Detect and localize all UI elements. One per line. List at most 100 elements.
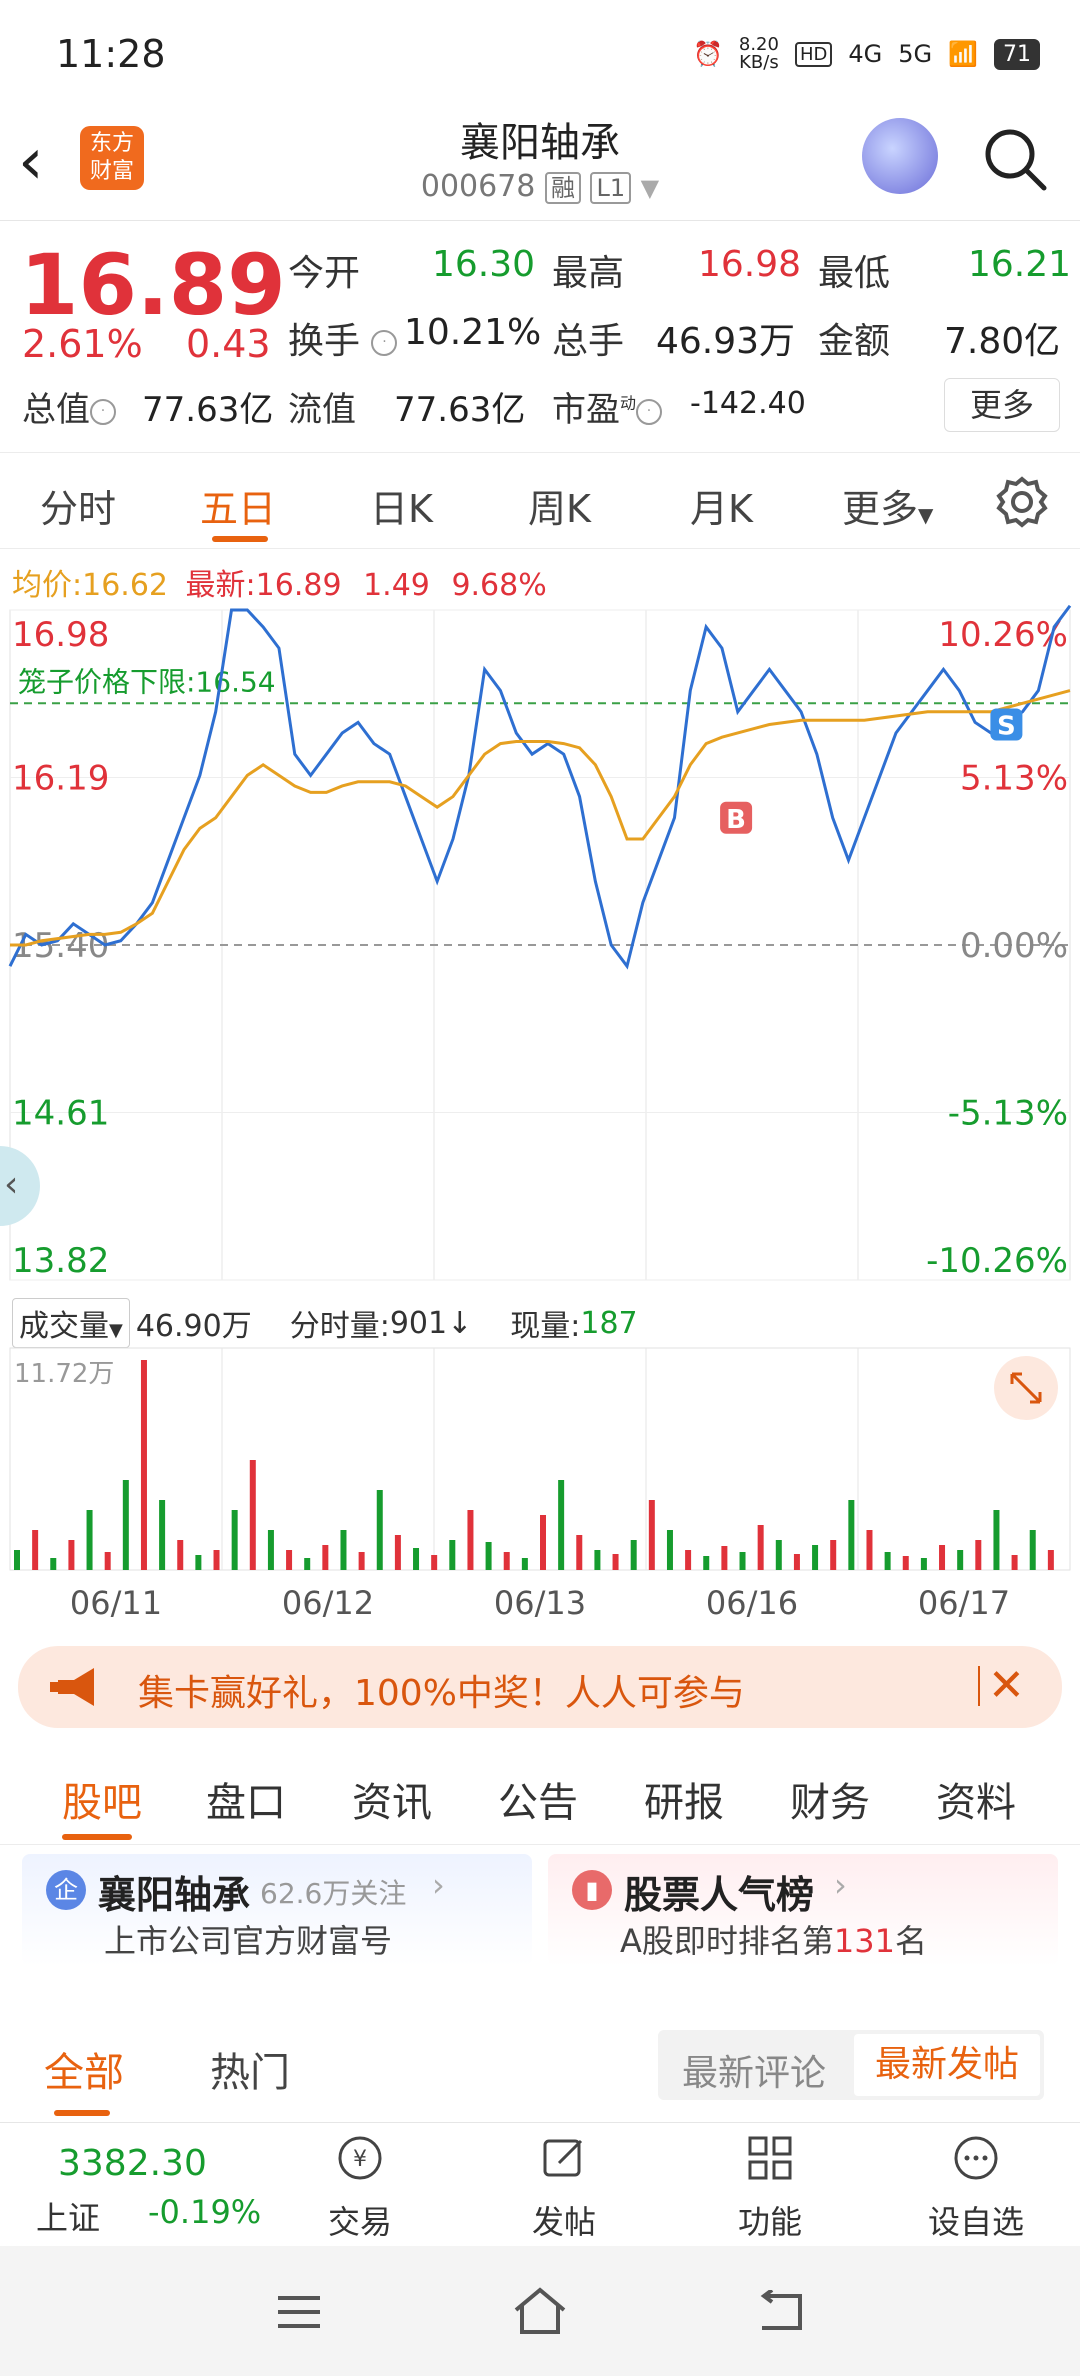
- tab-intraday[interactable]: 分时: [40, 478, 116, 533]
- mcap-label[interactable]: 总值 ·: [22, 382, 116, 431]
- volume-chart[interactable]: 11.72万 06/11 06/12 06/13 06/16 06/17: [0, 1340, 1080, 1630]
- float-value: 77.63亿: [394, 390, 526, 430]
- turnover-label[interactable]: 换手 ·: [288, 312, 398, 364]
- volume-bar: [902, 1556, 909, 1570]
- volume-bar: [920, 1558, 927, 1570]
- pe-label[interactable]: 市盈动 ·: [552, 382, 663, 431]
- tab-daily-k[interactable]: 日K: [370, 478, 433, 533]
- volume-bar: [431, 1555, 438, 1570]
- volume-bar: [558, 1480, 565, 1570]
- volume-bar: [576, 1535, 583, 1570]
- level-tag: L1: [590, 172, 632, 204]
- volume-bar: [413, 1548, 420, 1570]
- back-button[interactable]: ‹: [18, 122, 78, 202]
- volume-bar: [521, 1558, 528, 1570]
- close-icon[interactable]: ✕: [988, 1660, 1025, 1711]
- add-watchlist-button[interactable]: 设自选: [916, 2133, 1036, 2243]
- company-account-card[interactable]: 企 襄阳轴承 62.6万关注 › 上市公司官方财富号: [22, 1854, 532, 1966]
- volume-bar: [812, 1545, 819, 1570]
- volume-bar: [249, 1460, 256, 1570]
- series-line: [8, 604, 1072, 970]
- volume-bar: [721, 1546, 728, 1570]
- volume-bar: [177, 1540, 184, 1570]
- sort-latest-comment[interactable]: 最新评论: [682, 2044, 826, 2096]
- back-nav-icon[interactable]: [756, 2290, 806, 2332]
- hd-icon: HD: [794, 41, 833, 67]
- index-value[interactable]: 3382.30: [58, 2143, 207, 2184]
- tab-more[interactable]: 更多▼: [842, 478, 933, 533]
- x-tick-label: 06/17: [918, 1584, 1010, 1622]
- rank-title: 股票人气榜: [624, 1873, 815, 1917]
- tab-announcements[interactable]: 公告: [498, 1770, 578, 1828]
- status-bar: 11:28 ⏰ 8.20 KB/s HD 4G 5G 📶 71: [0, 0, 1080, 110]
- tab-five-day[interactable]: 五日: [200, 478, 276, 533]
- volume-bar: [830, 1540, 837, 1570]
- post-button[interactable]: 发帖: [504, 2133, 624, 2243]
- quote-panel: 16.89 2.61% 0.43 今开 16.30 最高 16.98 最低 16…: [0, 222, 1080, 453]
- volume-bar: [939, 1545, 946, 1570]
- assistant-robot-icon[interactable]: [862, 118, 938, 194]
- volume-bar: [612, 1554, 619, 1570]
- high-value: 16.98: [698, 244, 802, 285]
- trade-button[interactable]: ¥ 交易: [300, 2133, 420, 2243]
- limit-price-label: 笼子价格下限:16.54: [18, 665, 276, 698]
- promo-banner[interactable]: 集卡赢好礼，100%中奖！人人可参与 ✕: [18, 1646, 1062, 1728]
- info-icon: ·: [636, 398, 663, 425]
- app-header: 襄阳轴承 000678 融 L1 ▼ ‹ 东方 财富: [0, 110, 1080, 221]
- sort-latest-post[interactable]: 最新发帖: [854, 2034, 1040, 2096]
- tab-hot[interactable]: 热门: [210, 2040, 290, 2098]
- tab-finance[interactable]: 财务: [790, 1770, 870, 1828]
- price-chart[interactable]: 16.98 10.26%16.19 5.13%15.40 0.00%14.61 -5.1…: [0, 600, 1080, 1290]
- grid-icon: [748, 2136, 792, 2180]
- float-label: 流值: [288, 390, 356, 430]
- volume-bar: [884, 1552, 891, 1570]
- tab-weekly-k[interactable]: 周K: [528, 478, 591, 533]
- volume-bar: [485, 1542, 492, 1570]
- series-line: [10, 689, 1071, 947]
- tab-profile[interactable]: 资料: [936, 1770, 1016, 1828]
- volume-bar: [322, 1545, 329, 1570]
- chart-period-tabs: 分时 五日 日K 周K 月K 更多▼: [0, 456, 1080, 549]
- y-tick-label-left: 16.98: [12, 615, 109, 655]
- search-icon[interactable]: [980, 124, 1050, 194]
- volume-bar: [848, 1500, 855, 1570]
- company-name: 襄阳轴承: [98, 1873, 251, 1917]
- volume-value: 46.93万: [656, 321, 796, 362]
- tab-news[interactable]: 资讯: [352, 1770, 432, 1828]
- volume-bar: [793, 1554, 800, 1570]
- sell-marker-label: S: [997, 711, 1016, 741]
- feed-tabs: 全部 热门 最新评论 最新发帖: [0, 2020, 1080, 2120]
- volume-bar: [32, 1530, 39, 1570]
- y-tick-label-left: 14.61: [12, 1094, 109, 1134]
- tab-research[interactable]: 研报: [644, 1770, 724, 1828]
- app-logo: 东方 财富: [80, 126, 144, 190]
- company-subtitle: 上市公司官方财富号: [104, 1922, 393, 1960]
- volume-bar: [122, 1480, 129, 1570]
- volume-bar: [594, 1550, 601, 1570]
- volume-max-label: 11.72万: [14, 1359, 114, 1389]
- home-icon[interactable]: [512, 2286, 568, 2336]
- follower-count: 62.6万关注: [260, 1877, 407, 1910]
- low-label: 最低: [818, 253, 891, 294]
- volume-bar: [376, 1490, 383, 1570]
- bar-chart-icon: ▮: [572, 1870, 612, 1910]
- signal-5g-icon: 5G: [898, 40, 933, 68]
- active-tab-indicator: [54, 2110, 110, 2116]
- edit-icon: [543, 2139, 583, 2177]
- turnover-value: 10.21%: [404, 312, 542, 353]
- tab-orderbook[interactable]: 盘口: [206, 1770, 286, 1828]
- tab-forum[interactable]: 股吧: [62, 1770, 142, 1828]
- volume-bar: [449, 1540, 456, 1570]
- menu-icon[interactable]: [276, 2294, 322, 2330]
- volume-bar: [993, 1510, 1000, 1570]
- index-change: -0.19%: [148, 2193, 262, 2231]
- volume-bar: [140, 1360, 147, 1570]
- more-quote-button[interactable]: 更多: [944, 378, 1060, 432]
- popularity-rank-card[interactable]: ▮ 股票人气榜 › A股即时排名第131名: [548, 1854, 1058, 1966]
- open-value: 16.30: [432, 244, 536, 285]
- settings-gear-icon[interactable]: [996, 476, 1048, 528]
- functions-button[interactable]: 功能: [710, 2133, 830, 2243]
- tab-monthly-k[interactable]: 月K: [690, 478, 753, 533]
- margin-tag: 融: [544, 172, 581, 204]
- tab-all[interactable]: 全部: [44, 2040, 124, 2098]
